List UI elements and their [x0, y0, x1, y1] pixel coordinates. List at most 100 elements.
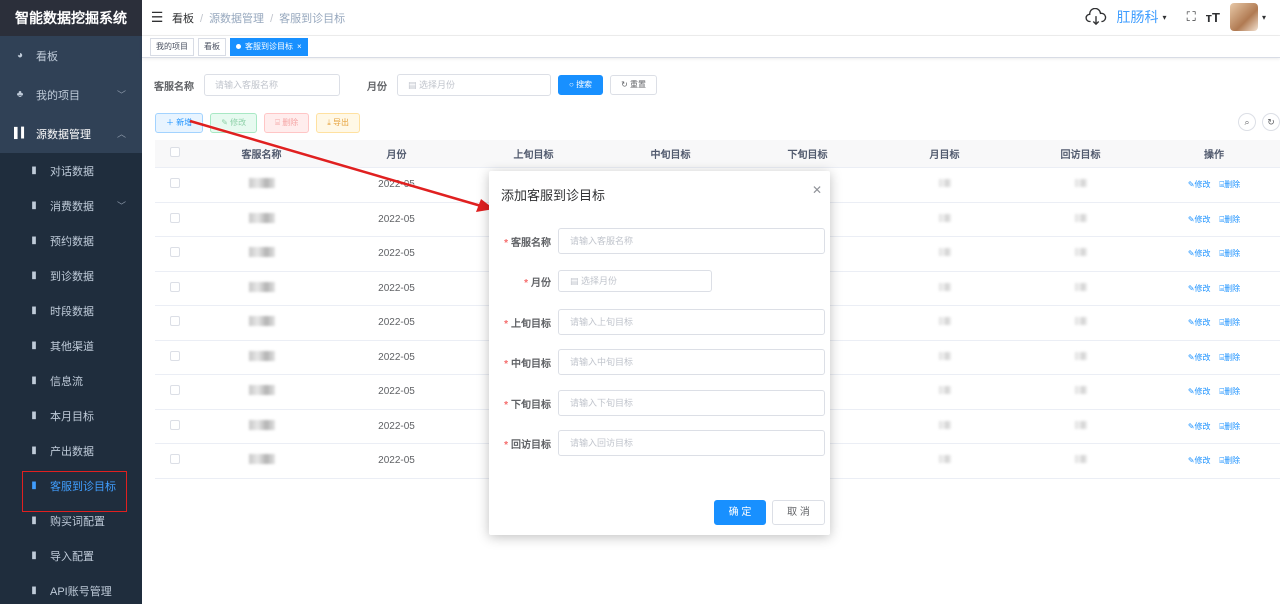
early-target-input[interactable]: 请输入上旬目标 [558, 309, 825, 335]
redacted-value [938, 213, 951, 222]
row-checkbox[interactable] [170, 178, 180, 189]
row-checkbox[interactable] [170, 247, 180, 258]
redacted-value [938, 282, 951, 291]
tag-dashboard[interactable]: 看板 [198, 37, 226, 56]
row-delete-link[interactable]: ⌸删除 [1219, 249, 1240, 258]
name-search-input[interactable]: 请输入客服名称 [204, 74, 340, 96]
delete-button[interactable]: ⌸ 删除 [264, 113, 310, 133]
row-checkbox[interactable] [170, 316, 180, 327]
field-label: * 回访目标 [504, 439, 551, 451]
row-checkbox[interactable] [170, 454, 180, 465]
sidebar-subitem[interactable]: ▮ 产出数据 [0, 433, 142, 468]
edit-link-label: 修改 [1194, 249, 1211, 259]
reset-button[interactable]: ↻ 重置 [610, 75, 657, 95]
close-icon[interactable]: ✕ [812, 183, 822, 197]
sidebar-subitem[interactable]: ▮ 信息流 [0, 363, 142, 398]
caret-down-icon[interactable]: ▾ [1163, 13, 1167, 22]
tag-projects[interactable]: 我的项目 [150, 37, 194, 56]
sidebar-subitem[interactable]: ▮ 消费数据 ﹀ [0, 188, 142, 223]
app-title: 智能数据挖掘系统 [0, 0, 142, 36]
row-edit-link[interactable]: ✎修改 [1188, 180, 1211, 189]
sidebar-subitem[interactable]: ▮ 导入配置 [0, 538, 142, 573]
row-delete-link[interactable]: ⌸删除 [1219, 353, 1240, 362]
month-label: 月份 [367, 81, 387, 93]
row-edit-link[interactable]: ✎修改 [1188, 353, 1211, 362]
book-icon: ▮ [31, 340, 37, 351]
row-delete-link[interactable]: ⌸删除 [1219, 180, 1240, 189]
delete-link-label: 删除 [1224, 249, 1241, 259]
caret-down-icon[interactable]: ▾ [1262, 13, 1266, 22]
row-edit-link[interactable]: ✎修改 [1188, 284, 1211, 293]
column-header: 上旬目标 [513, 150, 554, 161]
avatar[interactable] [1229, 3, 1258, 31]
row-delete-link[interactable]: ⌸删除 [1219, 284, 1240, 293]
row-edit-link[interactable]: ✎修改 [1188, 456, 1211, 465]
month-placeholder: 选择月份 [581, 276, 618, 286]
redacted-value [1074, 420, 1087, 429]
edit-icon: ✎ [1187, 318, 1195, 328]
mid-target-input[interactable]: 请输入中旬目标 [558, 349, 825, 375]
book-icon: ▮ [31, 445, 37, 456]
redacted-name [248, 454, 275, 465]
select-all-checkbox[interactable] [170, 147, 180, 157]
field-label: * 下旬目标 [504, 399, 551, 411]
row-checkbox[interactable] [170, 281, 180, 292]
sidebar-subitem[interactable]: ▮ 到诊数据 [0, 258, 142, 293]
sidebar-subitem[interactable]: ▮ 时段数据 [0, 293, 142, 328]
row-delete-link[interactable]: ⌸删除 [1219, 387, 1240, 396]
edit-link-label: 修改 [1194, 387, 1211, 397]
cloud-download-icon[interactable] [1084, 8, 1107, 26]
fullscreen-icon[interactable]: ⛶ [1187, 9, 1196, 25]
month-cell: 2022-05 [378, 213, 415, 225]
close-icon[interactable]: × [297, 42, 302, 51]
username[interactable]: 肛肠科 [1117, 7, 1159, 27]
edit-icon: ✎ [1187, 249, 1195, 259]
breadcrumb-item[interactable]: 看板 [172, 13, 194, 25]
sidebar-subitem[interactable]: ▮ 对话数据 [0, 153, 142, 188]
book-icon: ▮ [31, 200, 37, 211]
row-edit-link[interactable]: ✎修改 [1188, 422, 1211, 431]
hamburger-icon[interactable]: ☰ [142, 9, 172, 26]
tag-active[interactable]: 客服到诊目标 × [230, 37, 308, 56]
row-checkbox[interactable] [170, 350, 180, 361]
row-edit-link[interactable]: ✎修改 [1188, 318, 1211, 327]
form-row: * 上旬目标 请输入上旬目标 [489, 309, 830, 335]
add-button[interactable]: ＋ 新增 [155, 113, 204, 133]
export-button[interactable]: ⤓ 导出 [316, 113, 360, 133]
redacted-name [248, 316, 275, 327]
month-picker[interactable]: ▤ 选择月份 [397, 74, 551, 96]
row-delete-link[interactable]: ⌸删除 [1219, 456, 1240, 465]
calendar-icon: ▤ [408, 80, 420, 90]
sidebar-item-source-data[interactable]: ▌▍ 源数据管理 ︿ [0, 114, 142, 153]
agent-name-input[interactable]: 请输入客服名称 [558, 228, 825, 254]
row-delete-link[interactable]: ⌸删除 [1219, 215, 1240, 224]
font-size-icon[interactable]: тT [1206, 10, 1220, 25]
month-input[interactable]: ▤ 选择月份 [558, 270, 712, 292]
sidebar-subitem[interactable]: ▮ 预约数据 [0, 223, 142, 258]
row-edit-link[interactable]: ✎修改 [1188, 387, 1211, 396]
late-target-input[interactable]: 请输入下旬目标 [558, 390, 825, 416]
column-header: 操作 [1204, 150, 1224, 161]
search-toggle-icon[interactable]: ⌕ [1238, 113, 1256, 131]
sidebar-subitem[interactable]: ▮ 本月目标 [0, 398, 142, 433]
confirm-button[interactable]: 确 定 [714, 500, 766, 525]
refresh-icon[interactable]: ↻ [1262, 113, 1280, 131]
row-checkbox[interactable] [170, 212, 180, 223]
sidebar-item-projects[interactable]: ♣ 我的项目 ﹀ [0, 75, 142, 114]
cancel-button[interactable]: 取 消 [772, 500, 825, 525]
search-button[interactable]: ○ 搜索 [558, 75, 604, 95]
row-edit-link[interactable]: ✎修改 [1188, 249, 1211, 258]
row-edit-link[interactable]: ✎修改 [1188, 215, 1211, 224]
sidebar-subitem[interactable]: ▮ API账号管理 [0, 573, 142, 604]
followup-target-input[interactable]: 请输入回访目标 [558, 430, 825, 456]
form-row: * 客服名称 请输入客服名称 [489, 228, 830, 254]
row-checkbox[interactable] [170, 419, 180, 430]
search-icon: ○ [569, 80, 577, 89]
row-checkbox[interactable] [170, 385, 180, 396]
row-delete-link[interactable]: ⌸删除 [1219, 318, 1240, 327]
row-delete-link[interactable]: ⌸删除 [1219, 422, 1240, 431]
sidebar-item-dashboard[interactable]: ◕ 看板 [0, 36, 142, 75]
sidebar-item-label: 预约数据 [50, 235, 94, 248]
sidebar-subitem[interactable]: ▮ 其他渠道 [0, 328, 142, 363]
edit-button[interactable]: ✎ 修改 [210, 113, 258, 133]
